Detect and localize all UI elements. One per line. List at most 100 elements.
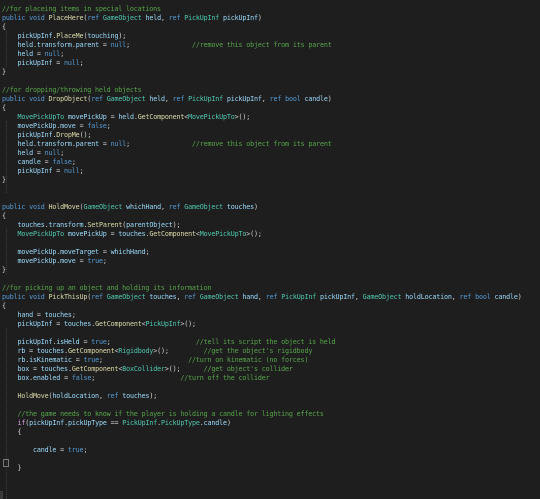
code-line[interactable]: candle = true; — [2, 446, 87, 455]
code-line[interactable]: rb.isKinematic = true; //turn on kinemat… — [2, 356, 309, 365]
code-token: = — [52, 59, 65, 67]
code-token: null — [110, 140, 127, 148]
code-line[interactable]: box.enabled = false; //turn off the coll… — [2, 374, 270, 383]
code-line[interactable]: pickUpInf.isHeld = true; //tell its scri… — [2, 338, 336, 347]
code-token: ref — [91, 95, 107, 103]
code-token: ref — [184, 293, 200, 301]
code-token: , — [164, 95, 173, 103]
code-token: = — [60, 374, 72, 382]
code-line[interactable]: HoldMove(holdLocation, ref touches); — [2, 392, 158, 401]
code-line[interactable]: touches.transform.SetParent(parentObject… — [2, 221, 181, 230]
code-token: true — [91, 338, 107, 346]
code-line[interactable]: pickUpInf = null; — [2, 59, 84, 68]
code-token: } — [2, 176, 6, 184]
code-line[interactable]: hand = touches; — [2, 311, 76, 320]
code-line[interactable]: if(pickUpInf.pickUpType == PickUpInf.Pic… — [2, 419, 231, 428]
code-line[interactable]: } — [2, 266, 6, 275]
code-token: ref — [87, 14, 103, 22]
code-line[interactable]: { — [2, 428, 22, 437]
code-line[interactable]: } — [2, 68, 6, 77]
code-line[interactable]: candle = false; — [2, 158, 76, 167]
code-token: held — [17, 149, 34, 157]
code-token: GetComponent — [149, 230, 196, 238]
code-token: void — [29, 293, 49, 301]
code-line[interactable]: { — [2, 302, 6, 311]
code-token: HoldMove — [48, 203, 80, 211]
code-token: bool — [475, 293, 495, 301]
code-line[interactable]: //the game needs to know if the player i… — [2, 410, 324, 419]
code-token: ; — [102, 257, 107, 265]
code-line[interactable]: movePickUp.move = true; — [2, 257, 107, 266]
code-token: //get object's collider — [203, 365, 293, 373]
code-line[interactable]: movePickUp.moveTarget = whichHand; — [2, 248, 150, 257]
code-token: = — [75, 257, 88, 265]
code-line[interactable]: held.transform.parent = null; //remove t… — [2, 41, 332, 50]
code-token: ; — [126, 140, 193, 148]
code-token: candle — [17, 158, 41, 166]
code-token: pickUpInf — [17, 131, 53, 139]
code-line[interactable]: //for picking up an object and holding i… — [2, 284, 211, 293]
code-line[interactable]: public void PickThisUp(ref GameObject to… — [2, 293, 522, 302]
code-line[interactable]: rb = touches.GetComponent<Rigidbody>(); … — [2, 347, 313, 356]
code-token: , — [261, 95, 270, 103]
code-line[interactable]: //for placeing items in special location… — [2, 5, 161, 14]
code-token: { — [2, 104, 6, 112]
code-line[interactable]: } — [2, 176, 6, 185]
code-token: touches — [17, 221, 45, 229]
code-line[interactable]: { — [2, 23, 6, 32]
code-token: Rigidbody — [118, 347, 154, 355]
code-token: = — [29, 365, 41, 373]
code-line[interactable]: movePickUp.move = false; — [2, 122, 111, 131]
code-token: HoldMove — [17, 392, 49, 400]
code-token: box — [17, 374, 30, 382]
code-token: isKinematic — [29, 356, 72, 364]
code-token: MovePickUpTo — [17, 230, 68, 238]
code-token: pickUpType — [67, 419, 107, 427]
code-line[interactable]: MovePickUpTo movePickUp = touches.GetCom… — [2, 230, 262, 239]
code-line[interactable]: pickUpInf = null; — [2, 167, 84, 176]
code-line[interactable]: { — [2, 212, 6, 221]
code-line[interactable]: //for dropping/throwing held objects — [2, 86, 142, 95]
code-token: touches — [122, 392, 150, 400]
code-line[interactable]: public void DropObject(ref GameObject he… — [2, 95, 332, 104]
code-line[interactable]: held = null; — [2, 149, 65, 158]
code-token: whichHand — [110, 248, 146, 256]
code-token: ; — [126, 41, 193, 49]
code-token: ) — [517, 293, 522, 301]
code-token: ; — [145, 248, 150, 256]
code-token: } — [2, 464, 22, 472]
code-token: held — [149, 95, 165, 103]
code-token: = — [52, 167, 65, 175]
code-token: ); — [172, 221, 181, 229]
code-token: //turn off the collider — [180, 374, 270, 382]
code-line[interactable]: box = touches.GetComponent<BoxCollider>(… — [2, 365, 293, 374]
code-token: ) — [254, 203, 258, 211]
code-token: parentObject — [126, 221, 173, 229]
code-token: movePickUp — [67, 113, 107, 121]
code-token: candle — [33, 446, 57, 454]
code-line[interactable]: held.transform.parent = null; //remove t… — [2, 140, 332, 149]
code-token: //tell its script the object is held — [195, 338, 336, 346]
code-token: pickUpInf — [319, 293, 355, 301]
code-token: true — [83, 356, 99, 364]
code-editor[interactable]: //for placeing items in special location… — [0, 0, 540, 499]
code-line[interactable]: public void PlaceHere(ref GameObject hel… — [2, 14, 262, 23]
code-token: transform — [36, 140, 72, 148]
code-line[interactable]: } — [2, 464, 22, 473]
code-line[interactable]: MovePickUpTo movePickUp = held.GetCompon… — [2, 113, 251, 122]
code-line[interactable]: pickUpInf = touches.GetComponent<PickUpI… — [2, 320, 197, 329]
code-token: GetComponent — [137, 113, 185, 121]
code-token: = — [33, 50, 45, 58]
code-line[interactable]: { — [2, 104, 6, 113]
code-line[interactable]: held = null; — [2, 50, 65, 59]
code-line[interactable]: public void HoldMove(GameObject whichHan… — [2, 203, 258, 212]
code-line[interactable]: pickUpInf.DropMe(); — [2, 131, 92, 140]
code-line[interactable]: pickUpInf.PlaceMe(touching); — [2, 32, 127, 41]
code-token: void — [29, 203, 49, 211]
